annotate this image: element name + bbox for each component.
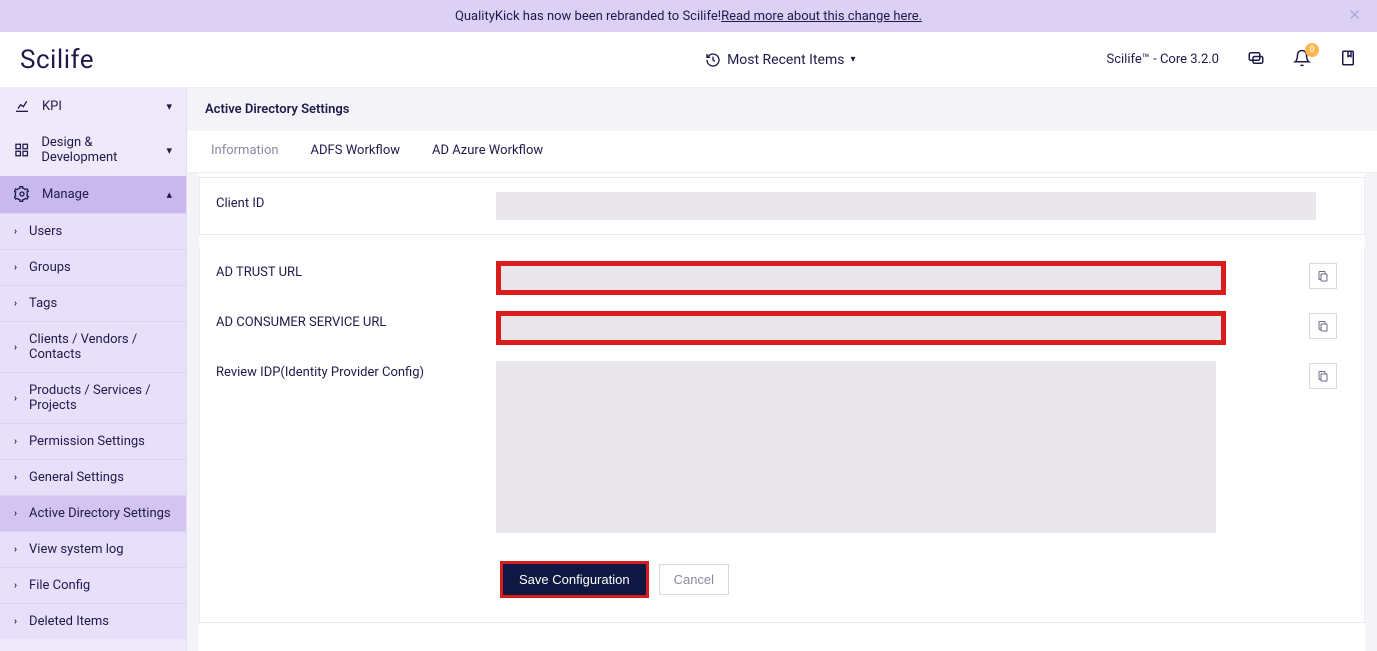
chevron-up-icon: ▴: [166, 188, 172, 201]
sidebar-item-label: Tags: [29, 296, 57, 311]
sidebar-item-label: Clients / Vendors / Contacts: [29, 332, 172, 362]
chevron-right-icon: ›: [14, 616, 17, 627]
recent-items-dropdown[interactable]: Most Recent Items ▾: [705, 52, 855, 68]
sidebar-item-manage[interactable]: Manage ▴: [0, 176, 186, 213]
sidebar-item-label: Deleted Items: [29, 614, 109, 629]
chevron-right-icon: ›: [14, 508, 17, 519]
sidebar-item-label: Manage: [42, 187, 89, 202]
chevron-down-icon: ▾: [850, 54, 855, 65]
recent-items-label: Most Recent Items: [727, 52, 844, 68]
ad-trust-url-input[interactable]: [499, 264, 1223, 292]
tab-ad-azure-workflow[interactable]: AD Azure Workflow: [416, 131, 559, 172]
sidebar-subitem-products[interactable]: › Products / Services / Projects: [0, 372, 186, 423]
sidebar-item-label: Active Directory Settings: [29, 506, 171, 521]
sidebar-item-label: Groups: [29, 260, 71, 275]
save-configuration-button[interactable]: Save Configuration: [503, 564, 646, 595]
cancel-button[interactable]: Cancel: [659, 564, 729, 595]
history-icon: [705, 52, 721, 68]
chevron-right-icon: ›: [14, 342, 17, 353]
sidebar-item-label: KPI: [42, 99, 62, 114]
sidebar-item-label: Permission Settings: [29, 434, 145, 449]
app-header: Scilife Most Recent Items ▾ Scilife™ - C…: [0, 32, 1377, 88]
sidebar-item-label: File Config: [29, 578, 90, 593]
idp-config-label: Review IDP(Identity Provider Config): [216, 361, 496, 380]
ad-trust-url-label: AD TRUST URL: [216, 261, 496, 280]
ad-consumer-url-input[interactable]: [499, 314, 1223, 342]
sidebar-subitem-clients[interactable]: › Clients / Vendors / Contacts: [0, 321, 186, 372]
idp-config-textarea[interactable]: [496, 361, 1216, 533]
bookmark-icon[interactable]: [1339, 49, 1357, 71]
banner-link[interactable]: Read more about this change here.: [721, 9, 922, 24]
sidebar-subitem-groups[interactable]: › Groups: [0, 249, 186, 285]
chevron-right-icon: ›: [14, 436, 17, 447]
sidebar-item-label: Products / Services / Projects: [29, 383, 172, 413]
tab-adfs-workflow[interactable]: ADFS Workflow: [295, 131, 416, 172]
sidebar-item-label: View system log: [29, 542, 124, 557]
sidebar-subitem-general[interactable]: › General Settings: [0, 459, 186, 495]
form-panel: Client ID AD TRUST URL: [199, 173, 1365, 651]
tab-information[interactable]: Information: [195, 131, 295, 172]
ad-consumer-url-label: AD CONSUMER SERVICE URL: [216, 311, 496, 330]
content-area: Active Directory Settings Information AD…: [187, 88, 1377, 651]
notifications-badge: 0: [1305, 43, 1319, 57]
tabs: Information ADFS Workflow AD Azure Workf…: [187, 131, 1377, 173]
client-id-label: Client ID: [216, 192, 496, 211]
sidebar-subitem-active-directory[interactable]: › Active Directory Settings: [0, 495, 186, 531]
gear-icon: [14, 186, 30, 202]
grid-icon: [14, 142, 29, 158]
sidebar: KPI ▾ Design & Development ▾ Manage ▴ › U…: [0, 88, 187, 651]
chevron-right-icon: ›: [14, 226, 17, 237]
sidebar-subitem-deleted[interactable]: › Deleted Items: [0, 603, 186, 639]
sidebar-item-design[interactable]: Design & Development ▾: [0, 125, 186, 176]
copy-icon: [1317, 319, 1329, 333]
copy-idp-button[interactable]: [1309, 363, 1337, 389]
chevron-down-icon: ▾: [166, 100, 172, 113]
sidebar-item-label: Design & Development: [41, 135, 166, 165]
chevron-right-icon: ›: [14, 544, 17, 555]
banner-text: QualityKick has now been rebranded to Sc…: [455, 9, 721, 24]
sidebar-subitem-permission[interactable]: › Permission Settings: [0, 423, 186, 459]
rebrand-banner: QualityKick has now been rebranded to Sc…: [0, 0, 1377, 32]
version-label: Scilife™ - Core 3.2.0: [1107, 52, 1220, 67]
chevron-right-icon: ›: [14, 262, 17, 273]
chevron-right-icon: ›: [14, 393, 17, 404]
sidebar-item-kpi[interactable]: KPI ▾: [0, 88, 186, 125]
banner-close-icon[interactable]: ✕: [1348, 6, 1361, 24]
copy-consumer-url-button[interactable]: [1309, 313, 1337, 339]
sidebar-subitem-fileconfig[interactable]: › File Config: [0, 567, 186, 603]
chevron-right-icon: ›: [14, 580, 17, 591]
feedback-icon[interactable]: [1247, 49, 1265, 71]
sidebar-subitem-users[interactable]: › Users: [0, 213, 186, 249]
chevron-right-icon: ›: [14, 472, 17, 483]
client-id-input[interactable]: [496, 192, 1316, 220]
notifications-icon[interactable]: 0: [1293, 49, 1311, 71]
sidebar-subitem-syslog[interactable]: › View system log: [0, 531, 186, 567]
chevron-down-icon: ▾: [166, 144, 172, 157]
sidebar-item-label: General Settings: [29, 470, 124, 485]
chevron-right-icon: ›: [14, 298, 17, 309]
page-title: Active Directory Settings: [187, 88, 1377, 131]
chart-icon: [14, 98, 30, 114]
sidebar-item-label: Users: [29, 224, 62, 239]
copy-icon: [1317, 369, 1329, 383]
copy-icon: [1317, 269, 1329, 283]
logo: Scilife: [20, 45, 94, 75]
copy-trust-url-button[interactable]: [1309, 263, 1337, 289]
sidebar-subitem-tags[interactable]: › Tags: [0, 285, 186, 321]
